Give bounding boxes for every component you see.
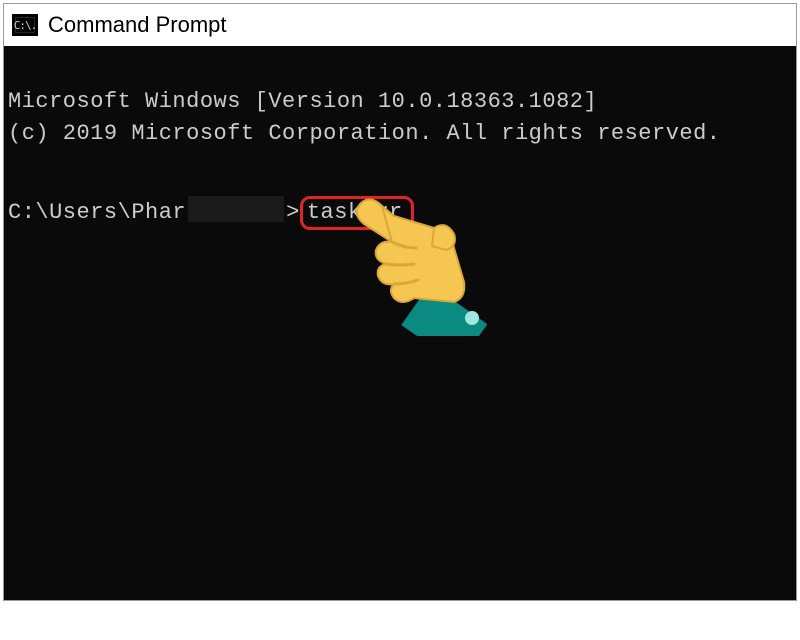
prompt-path-prefix: C:\Users\Phar xyxy=(8,197,186,229)
cmd-icon: C:\. xyxy=(12,14,38,36)
typed-command: taskmgr xyxy=(300,196,414,230)
terminal-area[interactable]: Microsoft Windows [Version 10.0.18363.10… xyxy=(4,46,796,600)
window-title: Command Prompt xyxy=(48,12,227,38)
copyright-line: (c) 2019 Microsoft Corporation. All righ… xyxy=(8,121,721,146)
prompt-suffix: > xyxy=(286,197,300,229)
version-line: Microsoft Windows [Version 10.0.18363.10… xyxy=(8,89,597,114)
redacted-username xyxy=(188,196,284,222)
title-bar[interactable]: C:\. Command Prompt xyxy=(4,4,796,46)
prompt-line: C:\Users\Phar >taskmgr xyxy=(8,192,792,230)
command-prompt-window: C:\. Command Prompt Microsoft Windows [V… xyxy=(3,3,797,601)
